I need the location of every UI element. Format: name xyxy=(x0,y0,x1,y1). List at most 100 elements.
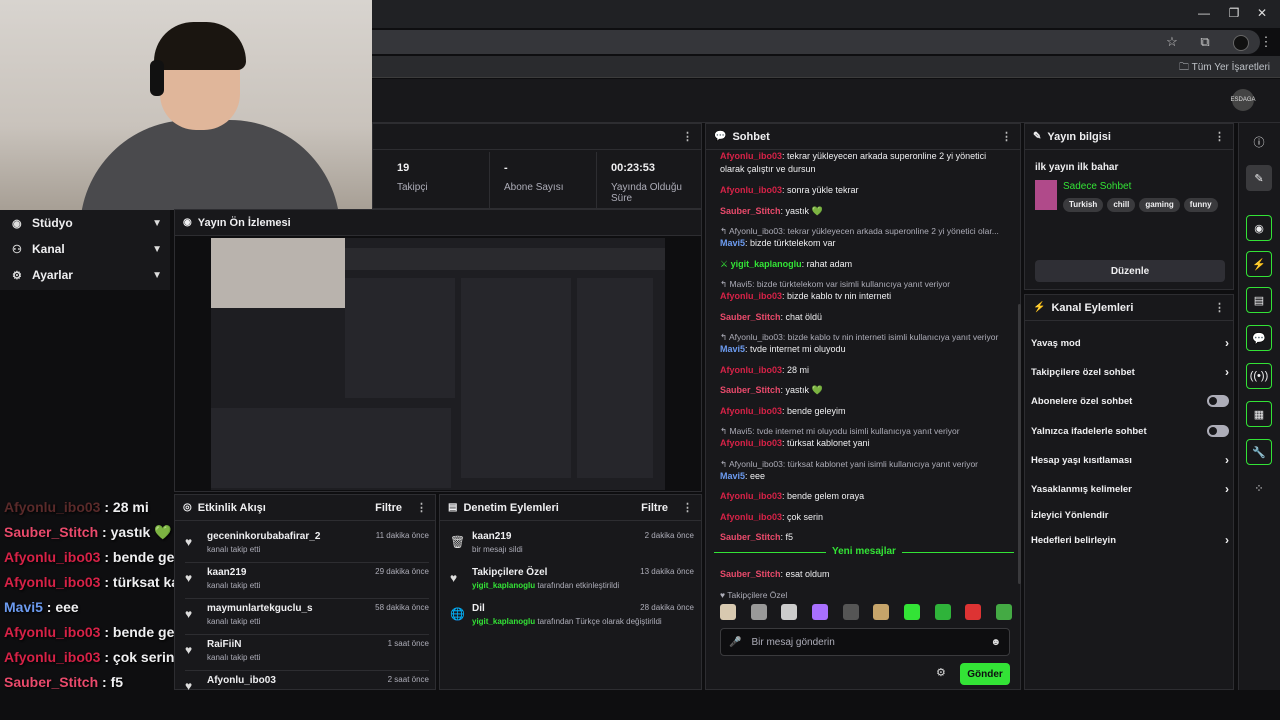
more-vert-icon[interactable]: ⋮ xyxy=(1214,301,1225,314)
close-icon[interactable]: ✕ xyxy=(1252,6,1272,20)
emote-icon[interactable] xyxy=(842,604,859,620)
chat-username[interactable]: Afyonlu_ibo03 xyxy=(720,365,782,375)
send-button[interactable]: Gönder xyxy=(960,663,1010,685)
activity-header: ◎ Etkinlik Akışı Filtre ⋮ xyxy=(175,495,435,521)
channel-action-item[interactable]: Abonelere özel sohbet xyxy=(1031,391,1229,411)
emote-icon[interactable] xyxy=(720,604,736,620)
chat-message: Mavi5: eee xyxy=(720,470,1012,483)
emote-icon[interactable] xyxy=(811,604,828,620)
wrench-icon[interactable]: 🔧 xyxy=(1246,439,1272,465)
chat-username[interactable]: Mavi5 xyxy=(720,344,745,354)
chat-username[interactable]: Afyonlu_ibo03 xyxy=(720,151,782,161)
toggle-switch[interactable] xyxy=(1207,395,1229,407)
info-icon[interactable]: ⓘ xyxy=(1246,129,1272,155)
chat-username[interactable]: Afyonlu_ibo03 xyxy=(720,512,782,522)
sidebar-item-channel[interactable]: ⚇ Kanal ▼ xyxy=(12,236,162,262)
emote-icon[interactable] xyxy=(934,604,951,620)
preview-icon[interactable]: ◉ xyxy=(1246,215,1272,241)
activity-item[interactable]: ♥ RaiFiiN kanalı takip etti 1 saat önce xyxy=(185,635,429,671)
chat-username[interactable]: Sauber_Stitch xyxy=(720,569,781,579)
more-vert-icon[interactable]: ⋮ xyxy=(416,501,427,514)
moderation-icon: 🗑 xyxy=(450,535,466,549)
activity-item[interactable]: ♥ geceninkorubabafirar_2 kanalı takip etti… xyxy=(185,527,429,563)
chat-username[interactable]: Afyonlu_ibo03 xyxy=(720,291,782,301)
activity-filter-button[interactable]: Filtre xyxy=(375,502,402,514)
activity-time: 29 dakika önce xyxy=(375,567,429,576)
channel-action-item[interactable]: İzleyici Yönlendir xyxy=(1031,505,1229,525)
chat-username[interactable]: Sauber_Stitch xyxy=(720,532,781,542)
document-icon[interactable]: ▤ xyxy=(1246,287,1272,313)
extensions-icon[interactable]: ⧉ xyxy=(1197,34,1213,50)
channel-action-item[interactable]: Yavaş mod › xyxy=(1031,333,1229,353)
overlay-username: Afyonlu_ibo03 xyxy=(4,624,101,640)
add-widget-icon[interactable]: ⁘ xyxy=(1246,475,1272,501)
chat-settings-icon[interactable]: ⚙ xyxy=(936,666,946,679)
chat-username[interactable]: Afyonlu_ibo03 xyxy=(720,406,782,416)
activity-item[interactable]: ♥ kaan219 kanalı takip etti 29 dakika önce xyxy=(185,563,429,599)
moderation-item[interactable]: 🌐 Dil yigit_kaplanoglu tarafından Türkçe o… xyxy=(450,599,694,635)
stream-tag[interactable]: gaming xyxy=(1139,197,1180,212)
channel-action-item[interactable]: Yasaklanmış kelimeler › xyxy=(1031,479,1229,499)
chat-username[interactable]: Sauber_Stitch xyxy=(720,385,781,395)
emote-icon[interactable] xyxy=(873,604,890,620)
minimize-icon[interactable]: — xyxy=(1194,6,1214,20)
chat-username[interactable]: Mavi5 xyxy=(720,471,745,481)
sidebar-item-settings[interactable]: ⚙ Ayarlar ▼ xyxy=(12,262,162,288)
microphone-icon[interactable]: 🎤 xyxy=(729,637,741,648)
webcam-overlay xyxy=(0,0,372,210)
more-vert-icon[interactable]: ⋮ xyxy=(1258,34,1274,50)
broadcast-icon[interactable]: ((•)) xyxy=(1246,363,1272,389)
channel-action-item[interactable]: Hesap yaşı kısıtlaması › xyxy=(1031,450,1229,470)
toggle-switch[interactable] xyxy=(1207,425,1229,437)
more-vert-icon[interactable]: ⋮ xyxy=(682,130,693,143)
emote-icon[interactable] xyxy=(781,604,798,620)
more-vert-icon[interactable]: ⋮ xyxy=(1001,130,1012,143)
channel-action-item[interactable]: Hedefleri belirleyin › xyxy=(1031,530,1229,550)
moderation-actor[interactable]: yigit_kaplanoglu xyxy=(472,617,535,626)
profile-avatar[interactable] xyxy=(1233,35,1249,51)
chat-icon[interactable]: 💬 xyxy=(1246,325,1272,351)
chat-username[interactable]: Sauber_Stitch xyxy=(720,312,781,322)
stream-tag[interactable]: funny xyxy=(1183,197,1218,212)
stream-preview-video[interactable] xyxy=(211,238,665,490)
moderation-filter-button[interactable]: Filtre xyxy=(641,502,668,514)
channel-action-label: Takipçilere özel sohbet xyxy=(1031,366,1135,378)
stream-tag[interactable]: chill xyxy=(1107,197,1136,212)
emote-icon[interactable] xyxy=(903,604,920,620)
chat-username[interactable]: Afyonlu_ibo03 xyxy=(720,185,782,195)
moderation-item[interactable]: 🗑 kaan219 bir mesajı sildi 2 dakika önce xyxy=(450,527,694,563)
chat-username[interactable]: Mavi5 xyxy=(720,238,745,248)
emote-bar xyxy=(720,604,1012,622)
activity-item[interactable]: ♥ maymunlartekguclu_s kanalı takip etti 58 … xyxy=(185,599,429,635)
pencil-icon[interactable]: ✎ xyxy=(1246,165,1272,191)
edit-button[interactable]: Düzenle xyxy=(1035,260,1225,282)
moderation-actor[interactable]: yigit_kaplanoglu xyxy=(472,581,535,590)
emote-icon[interactable] xyxy=(750,604,767,620)
channel-action-item[interactable]: Yalnızca ifadelerle sohbet xyxy=(1031,421,1229,441)
sidebar-item-studio[interactable]: ◉ Stüdyo ▼ xyxy=(12,210,162,236)
moderation-target: Dil xyxy=(472,603,485,614)
emote-icon[interactable] xyxy=(965,604,982,620)
moderation-item[interactable]: ♥ Takipçilere Özel yigit_kaplanoglu tarafı… xyxy=(450,563,694,599)
maximize-icon[interactable]: ❐ xyxy=(1224,6,1244,20)
more-vert-icon[interactable]: ⋮ xyxy=(1214,130,1225,143)
address-bar[interactable] xyxy=(360,30,1260,54)
star-icon[interactable]: ☆ xyxy=(1164,34,1180,50)
chat-message-text: : eee xyxy=(745,470,766,481)
more-vert-icon[interactable]: ⋮ xyxy=(682,501,693,514)
layout-icon[interactable]: ▦ xyxy=(1246,401,1272,427)
emoji-icon[interactable]: ☻ xyxy=(990,637,1001,648)
chat-username[interactable]: yigit_kaplanoglu xyxy=(731,259,802,269)
chat-username[interactable]: Afyonlu_ibo03 xyxy=(720,438,782,448)
chat-username[interactable]: Sauber_Stitch xyxy=(720,206,781,216)
emote-icon[interactable] xyxy=(995,604,1012,620)
chat-input[interactable]: 🎤 Bir mesaj gönderin ☻ xyxy=(720,628,1010,656)
lightning-icon[interactable]: ⚡ xyxy=(1246,251,1272,277)
user-avatar[interactable]: ESDAGA xyxy=(1231,89,1256,111)
category-link[interactable]: Sadece Sohbet xyxy=(1063,181,1131,192)
chat-scrollbar[interactable] xyxy=(1018,304,1021,584)
channel-action-item[interactable]: Takipçilere özel sohbet › xyxy=(1031,362,1229,382)
chat-username[interactable]: Afyonlu_ibo03 xyxy=(720,491,782,501)
stream-tag[interactable]: Turkish xyxy=(1063,197,1104,212)
all-bookmarks-button[interactable]: 🗀 Tüm Yer İşaretleri xyxy=(1179,60,1270,77)
